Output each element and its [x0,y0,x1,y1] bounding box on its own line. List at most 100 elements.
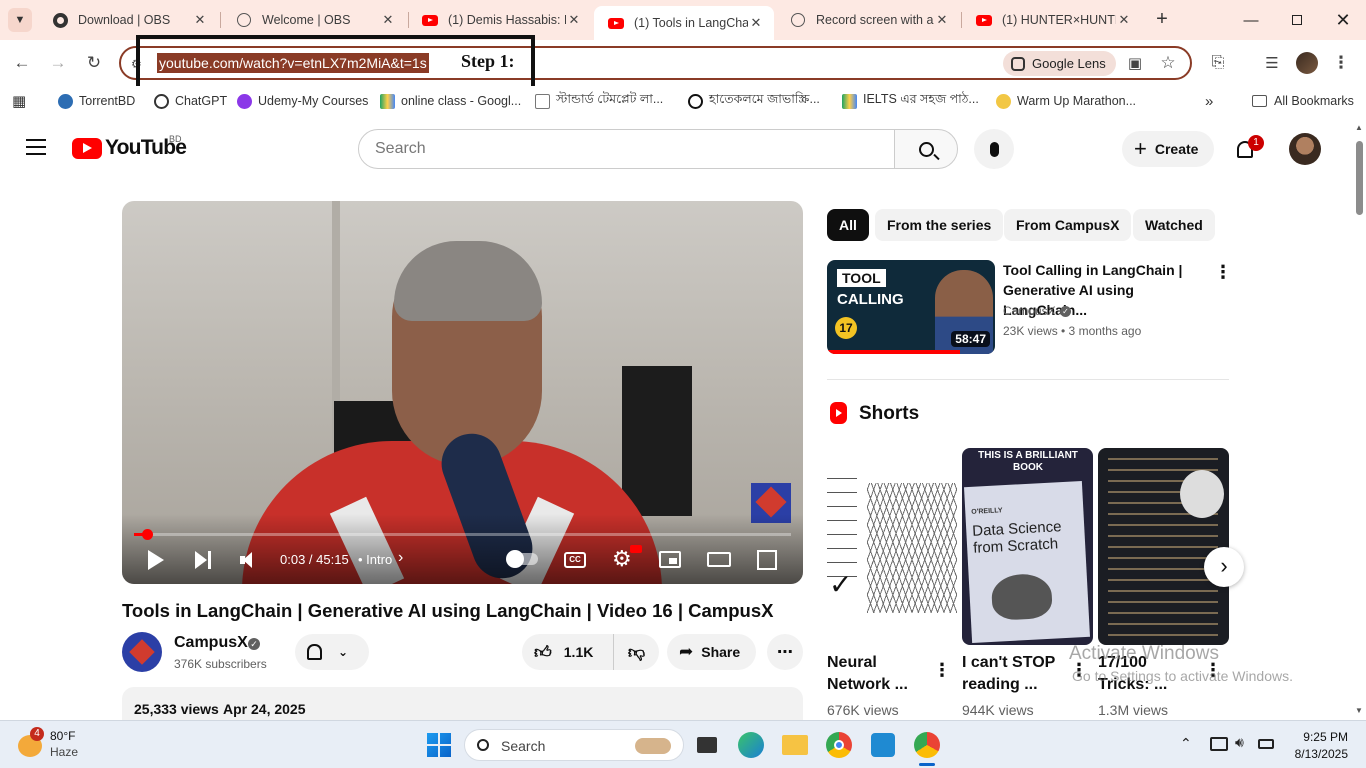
network-icon[interactable] [1210,737,1228,751]
short-title[interactable]: Neural Network ... [827,652,922,696]
tab-welcome-obs[interactable]: Welcome | OBS ✕ [222,0,406,40]
recommended-thumbnail[interactable]: TOOL CALLING 17 58:47 [827,260,995,354]
short-thumbnail-book[interactable]: THIS IS A BRILLIANT BOOK O'REILLY Data S… [962,448,1093,645]
close-icon[interactable]: ✕ [380,12,396,28]
profile-avatar[interactable] [1296,52,1318,74]
channel-avatar[interactable] [122,632,162,672]
battery-icon[interactable] [1258,739,1274,749]
next-button[interactable] [195,551,213,569]
close-window-button[interactable]: ✕ [1320,0,1366,40]
chip-from-the-series[interactable]: From the series [875,209,1004,241]
shorts-next-button[interactable]: › [1204,547,1244,587]
tab-hunter-hunter[interactable]: (1) HUNTER×HUNTER ✕ [962,0,1142,40]
install-app-icon[interactable]: ▣ [1122,50,1148,76]
chapter-label[interactable]: • Intro [358,552,392,567]
close-icon[interactable]: ✕ [748,15,764,31]
captions-button[interactable]: CC [564,552,586,568]
recommended-channel[interactable]: CampusX [1003,304,1056,318]
close-icon[interactable]: ✕ [1116,12,1132,28]
tab-search-button[interactable]: ▼ [8,8,32,32]
search-input[interactable]: Search [358,129,895,169]
subscribed-notifications-button[interactable]: ⌄ [295,634,369,670]
apps-grid-icon[interactable]: ▦ [12,92,26,110]
close-icon[interactable]: ✕ [566,12,582,28]
all-bookmarks-button[interactable]: All Bookmarks [1252,92,1354,110]
voice-search-button[interactable] [974,129,1014,169]
chrome-icon[interactable] [823,729,855,761]
bookmark-javascript[interactable]: হাতেকলমে জাভাস্ক্রি... [688,92,820,110]
forward-button[interactable]: → [45,50,71,76]
chip-from-campusx[interactable]: From CampusX [1004,209,1132,241]
more-options-icon[interactable]: ⋮ [933,660,951,681]
new-tab-button[interactable]: + [1150,8,1174,32]
tab-download-obs[interactable]: Download | OBS ✕ [38,0,218,40]
task-view-icon[interactable] [691,729,723,761]
description-box[interactable]: 25,333 views Apr 24, 2025 [122,687,803,720]
chrome-profile-icon[interactable] [911,729,943,761]
media-controls-icon[interactable]: ☰ [1259,50,1285,76]
chevron-right-icon[interactable]: › [398,549,403,567]
extensions-icon[interactable]: ⎘ [1205,50,1231,76]
short-thumbnail-tricks[interactable] [1098,448,1229,645]
clock-date[interactable]: 8/13/2025 [1288,747,1348,761]
hamburger-menu-icon[interactable] [26,139,46,155]
share-button[interactable]: ➦ Share [667,634,757,670]
taskbar-search[interactable]: Search [464,729,684,761]
close-icon[interactable]: ✕ [934,12,950,28]
vscode-icon[interactable] [867,729,899,761]
like-button[interactable]: 👍︎ 1.1K [522,634,614,670]
chip-all[interactable]: All [827,209,869,241]
reload-button[interactable]: ↻ [81,50,107,76]
bookmark-online-class[interactable]: online class - Googl... [380,92,521,110]
notifications-button[interactable]: 1 [1232,135,1264,165]
short-thumbnail-neural-network[interactable]: ✓ [827,448,958,645]
bookmark-chatgpt[interactable]: ChatGPT [154,92,227,110]
scroll-up-icon[interactable]: ▲ [1355,123,1363,132]
bookmark-standard-template[interactable]: স্টান্ডার্ড টেমপ্লেট লা... [535,92,663,110]
play-button[interactable] [148,550,164,570]
chip-watched[interactable]: Watched [1133,209,1215,241]
theater-mode-button[interactable] [707,552,731,567]
volume-icon[interactable]: 🔊︎ [1235,734,1244,751]
weather-widget[interactable]: 4 80°F Haze [14,727,124,763]
miniplayer-button[interactable] [659,551,681,568]
bookmark-torrentbd[interactable]: TorrentBD [58,92,135,110]
short-title[interactable]: I can't STOP reading ... [962,652,1062,696]
menu-icon[interactable]: ⋮ [1328,50,1354,76]
tab-demis-hassabis[interactable]: (1) Demis Hassabis: D ✕ [408,0,592,40]
google-lens-button[interactable]: Google Lens [1003,51,1116,76]
back-button[interactable]: ← [9,50,35,76]
account-avatar[interactable] [1289,133,1321,165]
progress-scrubber[interactable] [142,529,153,540]
restore-button[interactable] [1274,0,1320,40]
video-player[interactable]: 0:03 / 45:15 • Intro › CC ⚙ [122,201,803,584]
fullscreen-button[interactable] [757,550,777,570]
autoplay-toggle[interactable] [506,550,538,568]
tab-record-screen[interactable]: Record screen with a ✕ [776,0,960,40]
more-actions-button[interactable]: ⋯ [767,634,803,670]
bookmark-warm-up-marathon[interactable]: Warm Up Marathon... [996,92,1136,110]
page-scrollbar[interactable]: ▲ ▼ [1352,121,1366,720]
tab-tools-in-langchain[interactable]: (1) Tools in LangChai ✕ [594,6,774,40]
bookmark-star-icon[interactable]: ☆ [1155,50,1181,76]
edge-icon[interactable] [735,729,767,761]
scrollbar-thumb[interactable] [1356,141,1363,215]
channel-name[interactable]: CampusX [174,634,248,652]
search-button[interactable] [894,129,958,169]
file-explorer-icon[interactable] [779,729,811,761]
start-button[interactable] [423,729,455,761]
scroll-down-icon[interactable]: ▼ [1355,706,1363,715]
settings-gear-icon[interactable]: ⚙ [612,548,632,570]
progress-bar[interactable] [134,529,791,540]
volume-button[interactable] [240,551,262,569]
clock-time[interactable]: 9:25 PM [1300,730,1348,744]
minimize-button[interactable]: — [1228,0,1274,40]
bookmark-ielts[interactable]: IELTS এর সহজ পাঠ... [842,92,979,110]
dislike-button[interactable]: 👎︎ [614,642,659,663]
close-icon[interactable]: ✕ [192,12,208,28]
more-options-icon[interactable]: ⋮ [1214,262,1232,283]
more-bookmarks-icon[interactable]: » [1205,92,1213,110]
create-button[interactable]: + Create [1122,131,1215,167]
bookmark-udemy[interactable]: Udemy-My Courses [237,92,368,110]
chevron-up-icon[interactable]: ⌃ [1180,735,1192,752]
